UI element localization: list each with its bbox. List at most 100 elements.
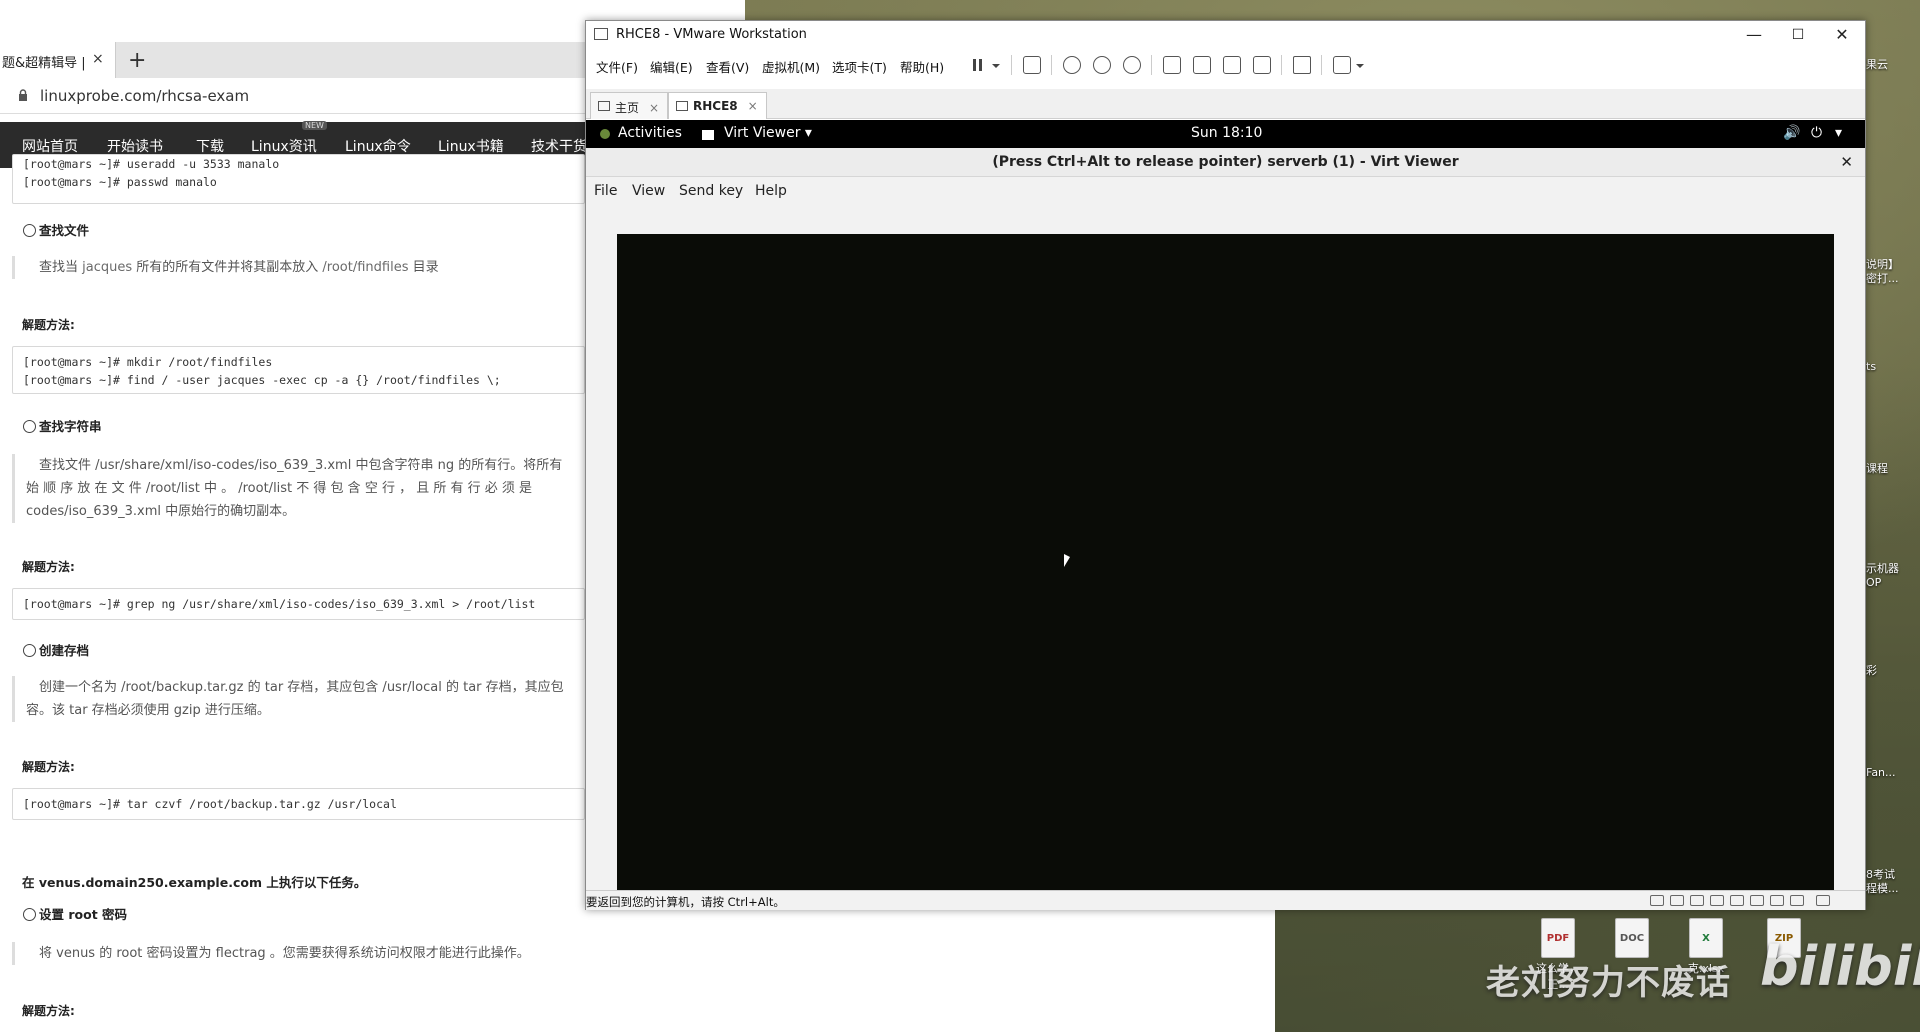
nav-linux-books[interactable]: Linux书籍 <box>438 136 504 156</box>
console-view-icon[interactable] <box>1193 56 1211 74</box>
menu-file[interactable]: 文件(F) <box>596 57 638 76</box>
tab-home[interactable]: 主页 × <box>590 92 669 119</box>
close-icon[interactable]: ✕ <box>1840 153 1853 171</box>
chevron-down-icon[interactable] <box>991 56 1001 74</box>
terminal-icon[interactable] <box>1293 56 1311 74</box>
pause-icon[interactable] <box>969 56 987 74</box>
menu-vm[interactable]: 虚拟机(M) <box>762 57 820 76</box>
message-icon[interactable] <box>1790 895 1804 906</box>
snapshot-manager-icon[interactable] <box>1123 56 1141 74</box>
menu-help[interactable]: 帮助(H) <box>900 57 944 76</box>
maximize-button[interactable]: ☐ <box>1778 23 1818 47</box>
nav-linux-news[interactable]: Linux资讯 <box>251 136 317 156</box>
tab-rhce8[interactable]: RHCE8 × <box>668 92 767 119</box>
minimize-button[interactable]: — <box>1734 23 1774 47</box>
power-icon[interactable]: ⏻ <box>1811 125 1822 141</box>
sidebar-toggle-icon[interactable] <box>1163 56 1181 74</box>
desktop-label[interactable]: ts <box>1866 360 1920 374</box>
tab-label: 主页 <box>615 101 640 115</box>
desktop-label[interactable]: 说明】 密打... <box>1866 258 1920 286</box>
network-icon[interactable] <box>1670 895 1684 906</box>
desktop-label[interactable]: 果云 <box>1866 58 1920 72</box>
nav-download[interactable]: 下载 <box>196 136 224 156</box>
activities-button[interactable]: Activities <box>618 125 682 141</box>
menu-view[interactable]: 查看(V) <box>706 57 749 76</box>
browser-tab-title: 题&超精辑导 | <box>2 56 86 71</box>
nav-start-reading[interactable]: 开始读书 <box>107 136 163 156</box>
toolbar-separator <box>1281 55 1282 75</box>
display-icon[interactable] <box>1770 895 1784 906</box>
snapshot-icon[interactable] <box>1063 56 1081 74</box>
lock-icon <box>19 89 27 101</box>
excel-file-icon: X <box>1689 918 1723 958</box>
home-icon <box>598 101 610 111</box>
desc-line: 将 venus 的 root 密码设置为 flectrag 。您需要获得系统访问… <box>39 946 530 961</box>
desc-user: jacques <box>82 260 133 275</box>
desktop-label[interactable]: 示机器 OP <box>1866 562 1920 590</box>
section-title-text: 创建存档 <box>39 643 90 658</box>
tab-label: RHCE8 <box>693 99 738 113</box>
window-icon <box>702 130 714 140</box>
section-title: 创建存档 <box>23 640 89 659</box>
close-tab-icon[interactable]: × <box>748 99 758 113</box>
chevron-down-icon[interactable] <box>1355 56 1365 74</box>
usb-icon[interactable] <box>1710 895 1724 906</box>
harddisk-icon[interactable] <box>1650 895 1664 906</box>
section-title: 查找字符串 <box>23 416 102 435</box>
chevron-down-icon[interactable]: ▾ <box>1835 125 1842 141</box>
stretch-icon[interactable] <box>1333 56 1351 74</box>
send-keys-icon[interactable] <box>1023 56 1041 74</box>
printer-icon[interactable] <box>1730 895 1744 906</box>
menu-help[interactable]: Help <box>755 183 787 199</box>
volume-icon[interactable]: 🔊 <box>1783 125 1800 141</box>
desc-text: 目录 <box>408 260 439 275</box>
desktop-label[interactable]: 彩 <box>1866 664 1920 678</box>
toolbar-separator <box>1321 55 1322 75</box>
task-description: 查找当 jacques 所有的所有文件并将其副本放入 /root/findfil… <box>12 256 592 279</box>
address-bar[interactable]: linuxprobe.com/rhcsa-exam <box>0 78 590 114</box>
section-bullet-icon <box>23 908 36 921</box>
cdrom-icon[interactable] <box>1690 895 1704 906</box>
desktop-label[interactable]: 课程 <box>1866 462 1920 476</box>
status-hint: 要返回到您的计算机，请按 Ctrl+Alt。 <box>586 895 785 909</box>
virt-viewer-titlebar[interactable]: (Press Ctrl+Alt to release pointer) serv… <box>586 148 1865 177</box>
clock[interactable]: Sun 18:10 <box>1191 125 1262 141</box>
document-file-icon: DOC <box>1615 918 1649 958</box>
menu-send-key[interactable]: Send key <box>679 183 743 199</box>
section-title-text: 设置 root 密码 <box>39 907 128 922</box>
menu-edit[interactable]: 编辑(E) <box>650 57 693 76</box>
nav-home[interactable]: 网站首页 <box>22 136 78 156</box>
vm-display[interactable] <box>617 234 1834 910</box>
desc-path: /root/findfiles <box>322 260 409 275</box>
code-block[interactable]: [root@mars ~]# mkdir /root/findfiles [ro… <box>12 346 585 394</box>
desktop-label[interactable]: Fan... <box>1866 766 1920 780</box>
fullscreen-icon[interactable] <box>1223 56 1241 74</box>
desktop-label[interactable]: 8考试 程模... <box>1866 868 1920 896</box>
code-block[interactable]: [root@mars ~]# tar czvf /root/backup.tar… <box>12 788 585 820</box>
vmware-window: RHCE8 - VMware Workstation — ☐ ✕ 文件(F) 编… <box>585 20 1866 910</box>
browser-tab[interactable]: 题&超精辑导 | × <box>0 42 116 78</box>
close-tab-icon[interactable]: × <box>649 101 659 115</box>
nav-tech[interactable]: 技术干货 <box>531 136 587 156</box>
vmware-titlebar[interactable]: RHCE8 - VMware Workstation — ☐ ✕ <box>586 21 1865 49</box>
fullscreen-icon[interactable] <box>1816 895 1830 906</box>
menu-view[interactable]: View <box>632 183 665 199</box>
section-title: 设置 root 密码 <box>23 904 127 923</box>
new-tab-button[interactable]: + <box>128 48 146 73</box>
new-badge: NEW <box>302 121 327 130</box>
code-block[interactable]: [root@mars ~]# grep ng /usr/share/xml/is… <box>12 588 585 620</box>
vmware-menubar: 文件(F) 编辑(E) 查看(V) 虚拟机(M) 选项卡(T) 帮助(H) <box>586 49 1865 81</box>
close-button[interactable]: ✕ <box>1822 23 1862 47</box>
nav-linux-commands[interactable]: Linux命令 <box>345 136 411 156</box>
revert-snapshot-icon[interactable] <box>1093 56 1111 74</box>
code-block[interactable]: [root@mars ~]# useradd -u 3533 manalo [r… <box>12 154 585 204</box>
section-title-text: 查找文件 <box>39 223 90 238</box>
menu-file[interactable]: File <box>594 183 617 199</box>
gnome-foot-icon <box>600 129 610 139</box>
close-tab-icon[interactable]: × <box>92 51 104 67</box>
app-menu[interactable]: Virt Viewer ▾ <box>724 125 812 141</box>
menu-tabs[interactable]: 选项卡(T) <box>832 57 887 76</box>
desktop-file-doc[interactable]: DOC <box>1602 918 1662 960</box>
sound-icon[interactable] <box>1750 895 1764 906</box>
unity-icon[interactable] <box>1253 56 1271 74</box>
